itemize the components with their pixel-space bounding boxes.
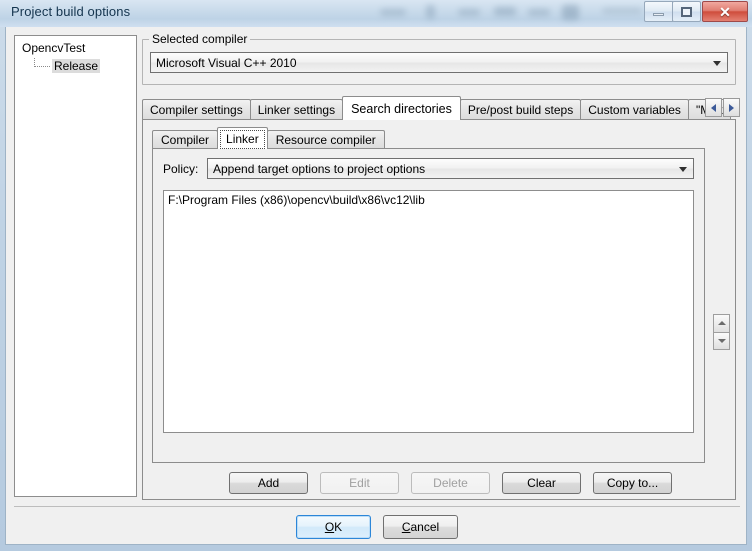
footer-separator [14,506,740,507]
tab-search-directories-label: Search directories [351,101,452,116]
move-up-button[interactable] [713,314,730,333]
chevron-down-icon [713,60,721,66]
tree-item-release-label: Release [52,59,101,73]
tab-search-directories[interactable]: Search directories [342,96,461,120]
tab-pre-post-build-steps-label: Pre/post build steps [467,103,574,117]
clear-button[interactable]: Clear [502,472,581,494]
reorder-spinner[interactable] [713,314,730,350]
build-options-tabstrip: Compiler settings Linker settings Search… [142,96,740,120]
tab-compiler-settings-label: Compiler settings [150,103,243,117]
title-bar[interactable]: Project build options ✕ [0,0,752,27]
tree-item-release[interactable]: Release [34,58,101,74]
selected-compiler-legend: Selected compiler [149,32,251,46]
window-title: Project build options [11,4,131,19]
directory-actions: Add Edit Delete Clear Copy to... [229,472,672,494]
dialog-footer: OK Cancel [6,515,748,539]
close-icon: ✕ [719,3,731,20]
search-directories-tabstrip: Compiler Linker Resource compiler [152,127,385,149]
tab-scroll-controls [704,98,740,117]
compiler-select-value: Microsoft Visual C++ 2010 [156,55,297,70]
arrow-right-icon [729,103,734,112]
minimize-icon [653,13,664,16]
clear-button-label: Clear [527,476,556,490]
target-tree[interactable]: OpencvTest Release [14,35,137,497]
ok-suffix: K [334,520,343,534]
minimize-button[interactable] [644,1,673,22]
chevron-down-icon [679,166,687,172]
copy-to-button[interactable]: Copy to... [593,472,672,494]
arrow-left-icon [711,103,716,112]
policy-select[interactable]: Append target options to project options [207,158,694,179]
tab-linker-label: Linker [226,131,259,146]
move-down-button[interactable] [713,332,730,350]
tab-linker-settings[interactable]: Linker settings [249,99,344,120]
tree-connector-icon [34,58,50,67]
tab-resource-compiler-label: Resource compiler [275,133,376,147]
copy-to-button-label: Copy to... [606,476,659,490]
cancel-button[interactable]: Cancel [383,515,458,539]
tree-item-project[interactable]: OpencvTest [22,41,85,55]
policy-label: Policy: [163,162,199,176]
tab-custom-variables-label: Custom variables [588,103,681,117]
cancel-button-label: Cancel [402,520,439,534]
cancel-suffix: ancel [410,520,440,534]
dialog-client-area: OpencvTest Release Selected compiler Mic… [5,27,747,545]
policy-select-value: Append target options to project options [213,161,426,176]
restore-button[interactable] [672,1,701,22]
delete-button: Delete [411,472,490,494]
delete-button-label: Delete [433,476,468,490]
ok-button[interactable]: OK [296,515,371,539]
dialog-window: Project build options ✕ OpencvTest Relea… [0,0,752,551]
window-controls: ✕ [644,1,748,22]
arrow-up-icon [717,321,726,326]
tab-scroll-left-button[interactable] [705,98,722,117]
tab-scroll-right-button[interactable] [723,98,740,117]
close-button[interactable]: ✕ [702,1,748,22]
tab-compiler-settings[interactable]: Compiler settings [142,99,251,120]
restore-icon [681,6,692,17]
settings-pane: Selected compiler Microsoft Visual C++ 2… [142,32,740,500]
aero-glass-blur [370,0,660,27]
tab-resource-compiler[interactable]: Resource compiler [266,130,385,149]
ok-accelerator: O [324,520,335,534]
edit-button: Edit [320,472,399,494]
tab-linker[interactable]: Linker [217,127,268,149]
directories-listbox[interactable]: F:\Program Files (x86)\opencv\build\x86\… [163,190,694,433]
arrow-down-icon [717,338,726,343]
tab-custom-variables[interactable]: Custom variables [580,99,689,120]
tab-pre-post-build-steps[interactable]: Pre/post build steps [459,99,582,120]
add-button[interactable]: Add [229,472,308,494]
ok-button-label: OK [325,520,342,534]
add-button-label: Add [257,476,280,490]
edit-button-label: Edit [349,476,370,490]
list-item[interactable]: F:\Program Files (x86)\opencv\build\x86\… [164,191,693,207]
tab-compiler-label: Compiler [161,133,210,147]
linker-directories-panel: Policy: Append target options to project… [152,148,705,463]
tab-compiler[interactable]: Compiler [152,130,219,149]
search-directories-panel: Compiler Linker Resource compiler Policy… [142,119,736,500]
tab-linker-settings-label: Linker settings [257,103,336,117]
compiler-select[interactable]: Microsoft Visual C++ 2010 [150,52,728,73]
